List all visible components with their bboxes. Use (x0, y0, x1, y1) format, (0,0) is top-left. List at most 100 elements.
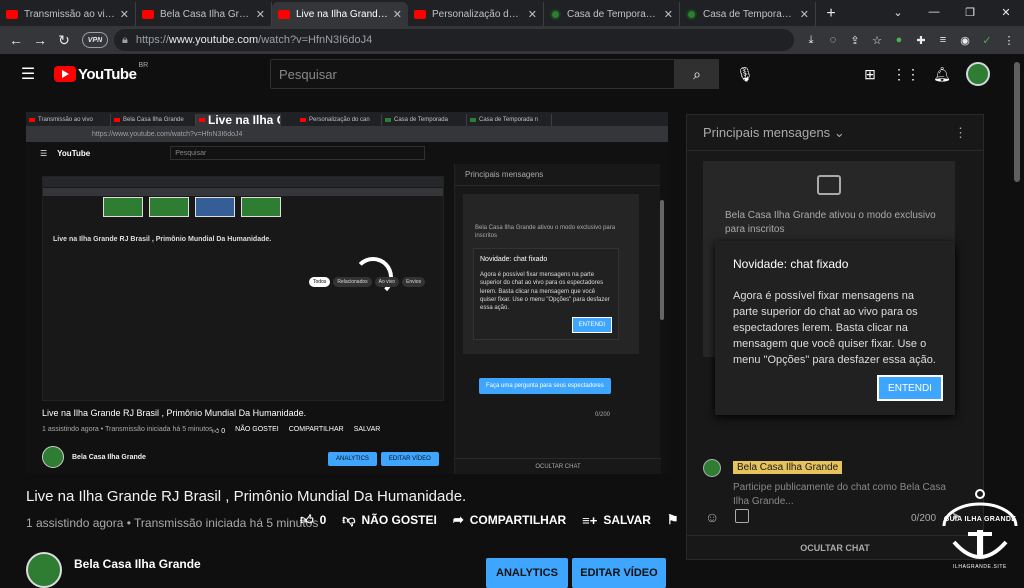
search-input[interactable]: Pesquisar (270, 59, 675, 89)
chat-avatar (703, 459, 721, 477)
close-icon[interactable]: ✕ (528, 8, 537, 21)
report-button[interactable]: ⚑ (667, 512, 685, 528)
super-chat-icon[interactable] (735, 509, 749, 523)
check-icon[interactable]: ✓ (976, 29, 998, 51)
youtube-logo[interactable]: YouTube BR (54, 62, 148, 83)
analytics-button[interactable]: ANALYTICS (486, 558, 568, 588)
captured-tab: Casa de Temporada n (467, 114, 552, 126)
captured-edit: EDITAR VÍDEO (380, 452, 439, 466)
hide-chat-button[interactable]: OCULTAR CHAT (687, 535, 983, 559)
captured-tab: Personalização do can (297, 114, 382, 126)
dislike-button[interactable]: 👎︎ NÃO GOSTEI (342, 512, 437, 528)
captured-page: Live na Ilha Grande RJ Brasil , Primônio… (26, 164, 668, 474)
captured-counter: 0/200 (595, 412, 611, 418)
new-tab-button[interactable]: + (816, 2, 846, 26)
chat-input[interactable]: Participe publicamente do chat como Bela… (733, 481, 963, 508)
emoji-icon[interactable]: ☺ (705, 509, 719, 525)
captured-share: COMPARTILHAR (288, 426, 344, 433)
share-button[interactable]: ➦ COMPARTILHAR (453, 512, 566, 528)
scrollbar-thumb[interactable] (1014, 62, 1020, 182)
lock-icon: 🔒︎ (122, 33, 128, 46)
eye-off-icon[interactable]: ◌ (822, 29, 844, 51)
popup-title: Novidade: chat fixado (733, 257, 849, 271)
pinned-chat-popup: Novidade: chat fixado Agora é possível f… (715, 241, 955, 415)
chat-mode-selector[interactable]: Principais mensagens ⌄ (703, 125, 845, 141)
vpn-badge[interactable]: VPN (82, 32, 108, 48)
menu-dots-icon[interactable]: ⋮ (998, 29, 1020, 51)
mic-icon[interactable]: 🎙︎ (730, 59, 760, 89)
video-meta: 1 assistindo agora • Transmissão iniciad… (26, 516, 319, 530)
captured-chat-header: Principais mensagens (455, 164, 660, 186)
captured-url: https://www.youtube.com/watch?v=HfnN3I6d… (92, 130, 243, 138)
browser-tab[interactable]: Personalização do can ✕ (408, 2, 544, 26)
close-icon[interactable]: ✕ (664, 8, 673, 21)
close-icon[interactable]: ✕ (800, 8, 809, 21)
nested-thumb (103, 197, 143, 217)
nested-chips: Todos Relacionados Ao vivo Envios (309, 277, 426, 287)
close-icon[interactable]: ✕ (393, 8, 402, 21)
channel-avatar[interactable] (26, 552, 62, 588)
window-controls: ⌄ — ❐ ✕ (880, 0, 1024, 24)
like-button[interactable]: 👍︎ 0 (300, 512, 326, 528)
browser-tab[interactable]: Casa de Temporada n ✕ (544, 2, 680, 26)
browser-tab[interactable]: Bela Casa Ilha Grande ✕ (136, 2, 272, 26)
captured-tooltip: Faça uma pergunta para seus espectadores (479, 378, 611, 394)
profile-icon[interactable]: ◉ (954, 29, 976, 51)
channel-name[interactable]: Bela Casa Ilha Grande (74, 557, 201, 571)
reload-icon[interactable]: ↻ (52, 28, 76, 52)
site-icon (686, 8, 697, 20)
back-icon[interactable]: ← (4, 28, 28, 52)
entendi-button[interactable]: ENTENDI (877, 375, 943, 401)
captured-youtube-header: ☰ YouTube Pesquisar (26, 142, 668, 164)
share-icon[interactable]: ⇪ (844, 29, 866, 51)
chevron-down-icon[interactable]: ⌄ (880, 0, 916, 24)
nested-screen: Live na Ilha Grande RJ Brasil , Primônio… (42, 176, 444, 401)
save-button[interactable]: ≡+ SALVAR (582, 513, 651, 528)
apps-icon[interactable]: ⋮⋮ (888, 59, 924, 89)
avatar[interactable] (966, 62, 990, 86)
chat-header: Principais mensagens ⌄ ⋮ (687, 115, 983, 151)
url-field[interactable]: 🔒︎ https://www.youtube.com/watch?v=HfnN3… (114, 29, 794, 51)
edit-video-button[interactable]: EDITAR VÍDEO (572, 558, 666, 588)
captured-hide-chat: OCULTAR CHAT (455, 458, 661, 474)
youtube-icon (414, 9, 426, 19)
video-player[interactable]: Transmissão ao vivo Bela Casa Ilha Grand… (26, 112, 668, 474)
captured-scrollbar (660, 200, 664, 320)
header-actions: ⊞ ⋮⋮ 🔔︎ (852, 59, 990, 89)
forward-icon[interactable]: → (28, 28, 52, 52)
bell-icon[interactable]: 🔔︎ (924, 59, 960, 89)
browser-tab-active[interactable]: Live na Ilha Grande R ✕ (272, 2, 408, 26)
captured-analytics: ANALYTICS (328, 452, 377, 466)
thumbs-up-icon: 👍︎ (300, 512, 314, 527)
captured-video-title: Live na Ilha Grande RJ Brasil , Primônio… (42, 408, 307, 418)
captured-address-bar: https://www.youtube.com/watch?v=HfnN3I6d… (26, 126, 668, 142)
playlist-icon[interactable]: ≡ (932, 29, 954, 51)
restore-icon[interactable]: ❐ (952, 0, 988, 24)
search-button[interactable]: ⌕ (675, 59, 719, 89)
close-icon[interactable]: ✕ (120, 8, 129, 21)
minimize-icon[interactable]: — (916, 0, 952, 24)
star-icon[interactable]: ☆ (866, 29, 888, 51)
nested-tab-strip (43, 177, 443, 187)
flag-icon: ⚑ (666, 512, 679, 527)
popup-body: Agora é possível fixar mensagens na part… (733, 290, 936, 366)
install-icon[interactable]: ⤓ (800, 29, 822, 51)
create-video-icon[interactable]: ⊞ (852, 59, 888, 89)
site-icon (550, 8, 561, 20)
more-options-icon[interactable]: ⋮ (954, 125, 967, 141)
close-icon[interactable]: ✕ (256, 8, 265, 21)
nested-address-bar (43, 188, 443, 196)
close-window-icon[interactable]: ✕ (988, 0, 1024, 24)
captured-dislike: NÃO GOSTEI (235, 426, 279, 433)
chip: Ao vivo (374, 277, 400, 287)
puzzle-icon[interactable]: ✚ (910, 29, 932, 51)
browser-tab-strip: Transmissão ao vivo - ✕ Bela Casa Ilha Gr… (0, 0, 1024, 26)
captured-popup-button: ENTENDI (571, 316, 612, 333)
youtube-icon (6, 9, 18, 19)
extension-green-icon[interactable]: ● (888, 29, 910, 51)
chat-user-badge: Bela Casa Ilha Grande (733, 461, 843, 474)
watermark-title: GUIA ILHA GRANDE (943, 516, 1017, 523)
browser-tab[interactable]: Transmissão ao vivo - ✕ (0, 2, 136, 26)
menu-icon[interactable]: ☰ (8, 54, 48, 94)
browser-tab[interactable]: Casa de Temporada n ✕ (680, 2, 816, 26)
